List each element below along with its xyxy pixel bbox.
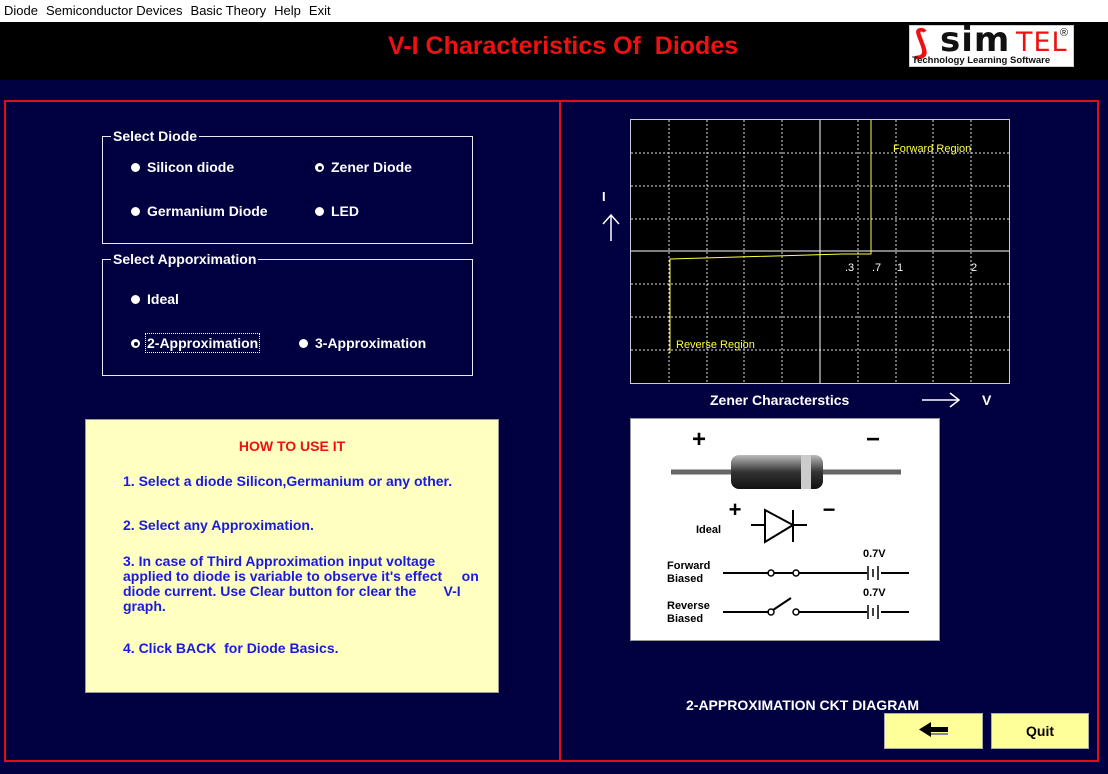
radio-dot-selected-icon [131, 339, 140, 348]
radio-ideal[interactable]: Ideal [131, 291, 179, 307]
menu-exit[interactable]: Exit [305, 0, 335, 18]
radio-silicon-diode[interactable]: Silicon diode [131, 159, 234, 175]
logo-brand-a: sim [940, 20, 1011, 60]
radio-led[interactable]: LED [315, 203, 359, 219]
radio-label: Ideal [147, 291, 179, 307]
graph-tick-1: 1 [897, 262, 903, 274]
reverse-battery-icon [867, 605, 909, 619]
select-diode-legend: Select Diode [111, 128, 200, 144]
back-button[interactable] [884, 713, 983, 749]
logo-registered: ® [1060, 27, 1069, 39]
radio-label: LED [331, 203, 359, 219]
radio-germanium-diode[interactable]: Germanium Diode [131, 203, 268, 219]
radio-zener-diode[interactable]: Zener Diode [315, 159, 412, 175]
ideal-diode-symbol-icon [751, 508, 807, 544]
graph-caption: Zener Characterstics [710, 392, 850, 408]
forward-voltage-label: 0.7V [863, 548, 886, 560]
app-title: V-I Characteristics Of Diodes [388, 32, 739, 60]
select-diode-group [102, 136, 473, 244]
menu-bar: Diode Semiconductor Devices Basic Theory He… [0, 0, 1108, 22]
menu-diode[interactable]: Diode [0, 0, 42, 18]
select-approximation-legend: Select Apporximation [111, 251, 259, 267]
reverse-biased-switch-icon [723, 597, 867, 616]
radio-2-approximation[interactable]: 2-Approximation [131, 333, 261, 353]
radio-label: 3-Approximation [315, 335, 427, 351]
how-to-title: HOW TO USE IT [238, 438, 346, 454]
radio-dot-selected-icon [315, 163, 324, 172]
radio-dot-icon [131, 295, 140, 304]
graph-y-axis-label: I [602, 189, 606, 204]
simtel-logo: ⟆ sim TEL ® Technology Learning Software [909, 20, 1074, 67]
ideal-label: Ideal [696, 524, 721, 536]
ideal-minus-sign: − [823, 497, 836, 522]
radio-dot-icon [315, 207, 324, 216]
vi-characteristics-graph: .3 .7 1 2 Forward Region Reverse Region [630, 119, 1010, 384]
how-to-use-box: HOW TO USE IT 1. Select a diode Silicon,… [85, 419, 499, 693]
graph-tick-2: 2 [971, 262, 977, 274]
title-bar: V-I Characteristics Of Diodes ⟆ sim TEL … [0, 20, 1108, 80]
graph-tick-0-3: .3 [845, 262, 854, 274]
how-to-step-4: 4. Click BACK for Diode Basics. [123, 640, 339, 656]
reverse-voltage-label: 0.7V [863, 587, 886, 599]
radio-label: 2-Approximation [144, 333, 261, 353]
circuit-caption: 2-APPROXIMATION CKT DIAGRAM [686, 697, 920, 713]
forward-biased-label-1: Forward [667, 560, 710, 572]
radio-label: Silicon diode [147, 159, 235, 175]
forward-region-label: Forward Region [893, 143, 971, 155]
menu-help[interactable]: Help [270, 0, 305, 18]
reverse-biased-label-1: Reverse [667, 600, 710, 612]
circuit-diagram: + − Ideal + − Forward Biased 0.7V Revers… [630, 418, 940, 641]
how-to-step-3: 3. In case of Third Approximation input … [123, 553, 479, 614]
back-arrow-icon [919, 722, 948, 737]
how-to-step-1: 1. Select a diode Silicon,Germanium or a… [123, 473, 453, 489]
radio-dot-icon [131, 163, 140, 172]
reverse-region-label: Reverse Region [676, 339, 755, 351]
diode-minus-sign: − [866, 426, 880, 453]
radio-label: Germanium Diode [147, 203, 268, 219]
diode-cathode-band [801, 455, 811, 489]
quit-button[interactable]: Quit [991, 713, 1089, 749]
radio-dot-icon [299, 339, 308, 348]
how-to-step-2: 2. Select any Approximation. [123, 517, 314, 533]
diode-plus-sign: + [692, 426, 706, 453]
right-arrow-icon [922, 392, 961, 408]
graph-x-axis-label: V [982, 392, 992, 408]
radio-label: Zener Diode [331, 159, 412, 175]
graph-tick-0-7: .7 [872, 262, 881, 274]
forward-biased-switch-icon [723, 569, 867, 577]
reverse-biased-label-2: Biased [667, 613, 703, 625]
forward-biased-label-2: Biased [667, 573, 703, 585]
ideal-plus-sign: + [729, 497, 742, 522]
up-arrow-icon [602, 213, 620, 241]
menu-basic-theory[interactable]: Basic Theory [187, 0, 271, 18]
zener-characteristic-curve [669, 120, 872, 353]
radio-dot-icon [131, 207, 140, 216]
menu-semiconductor-devices[interactable]: Semiconductor Devices [42, 0, 187, 18]
radio-3-approximation[interactable]: 3-Approximation [299, 335, 426, 351]
logo-tagline: Technology Learning Software [912, 55, 1051, 66]
select-approximation-group [102, 259, 473, 376]
forward-battery-icon [867, 566, 909, 580]
